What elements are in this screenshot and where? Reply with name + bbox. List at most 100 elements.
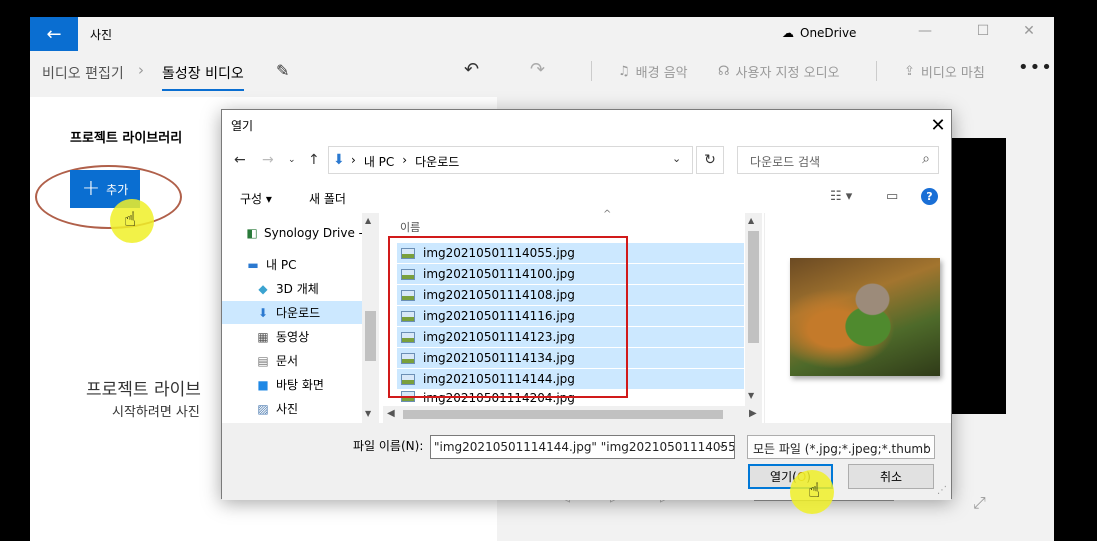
app-title: 사진 bbox=[90, 28, 113, 42]
more-options-icon[interactable]: ••• bbox=[1018, 57, 1053, 78]
library-title: 프로젝트 라이브러리 bbox=[70, 131, 183, 146]
path-segment-downloads[interactable]: 다운로드 bbox=[415, 153, 459, 170]
maximize-button[interactable]: ☐ bbox=[968, 23, 998, 39]
background-music-label: 배경 음악 bbox=[635, 66, 688, 81]
share-icon: ⇪ bbox=[904, 64, 915, 79]
library-empty-title: 프로젝트 라이브 bbox=[86, 380, 201, 400]
dialog-close-icon[interactable]: ✕ bbox=[924, 112, 952, 138]
view-options-icon[interactable]: ☷ ▾ bbox=[830, 189, 852, 204]
nav-item-documents[interactable]: ▤ 문서 bbox=[222, 349, 363, 372]
minimize-button[interactable]: — bbox=[910, 23, 940, 39]
custom-audio-button[interactable]: ☊ 사용자 지정 오디오 bbox=[718, 62, 840, 81]
file-list-scrollbar[interactable]: ▲ ▼ bbox=[745, 213, 762, 406]
up-arrow-icon[interactable]: ↑ bbox=[308, 152, 320, 168]
filename-label: 파일 이름(N): bbox=[353, 439, 424, 453]
refresh-button[interactable]: ↻ bbox=[696, 146, 724, 174]
onedrive-label: OneDrive bbox=[800, 26, 857, 40]
scroll-up-icon[interactable]: ▲ bbox=[748, 216, 754, 225]
nav-item-videos[interactable]: ▦ 동영상 bbox=[222, 325, 363, 348]
scroll-left-icon[interactable]: ◀ bbox=[387, 408, 395, 419]
nav-scrollbar[interactable]: ▲ ▼ bbox=[362, 213, 379, 423]
nav-item-label: 동영상 bbox=[276, 330, 310, 344]
back-arrow-icon: ← bbox=[46, 23, 62, 45]
background-music-button[interactable]: ♫ 배경 음악 bbox=[618, 62, 688, 81]
music-note-icon: ♫ bbox=[618, 64, 630, 79]
file-scroll-thumb[interactable] bbox=[748, 231, 759, 343]
address-dropdown-chevron-icon[interactable]: ⌄ bbox=[672, 152, 681, 165]
recent-locations-chevron-icon[interactable]: ⌄ bbox=[288, 155, 296, 165]
command-bar: 구성 ▾ 새 폴더 ☷ ▾ ▭ ? bbox=[222, 182, 951, 210]
download-folder-icon: ⬇ bbox=[333, 152, 345, 168]
onedrive-status[interactable]: ☁ OneDrive bbox=[782, 26, 856, 40]
filename-dropdown-icon[interactable]: ⌄ bbox=[718, 440, 726, 451]
filename-input[interactable]: "img20210501114144.jpg" "img202105011140… bbox=[430, 435, 735, 459]
address-bar[interactable]: ⬇ › 내 PC › 다운로드 ⌄ bbox=[328, 146, 693, 174]
finish-video-button[interactable]: ⇪ 비디오 마침 bbox=[904, 62, 985, 81]
cloud-icon: ☁ bbox=[782, 26, 794, 40]
plus-icon: + bbox=[81, 176, 101, 201]
toolbar-divider bbox=[591, 61, 592, 81]
column-header-name[interactable]: 이름 bbox=[400, 219, 420, 235]
close-window-button[interactable]: ✕ bbox=[1014, 23, 1044, 39]
library-empty-subtitle: 시작하려면 사진 bbox=[112, 405, 200, 420]
new-folder-button[interactable]: 새 폴더 bbox=[309, 190, 346, 207]
organize-button[interactable]: 구성 ▾ bbox=[240, 190, 272, 207]
scroll-right-icon[interactable]: ▶ bbox=[749, 408, 757, 419]
address-path: › 내 PC › 다운로드 bbox=[351, 153, 459, 170]
scroll-down-icon[interactable]: ▼ bbox=[748, 391, 754, 400]
nav-item-label: 3D 개체 bbox=[276, 282, 319, 296]
preview-pane-icon[interactable]: ▭ bbox=[886, 189, 898, 204]
preview-photo bbox=[790, 258, 940, 376]
picture-icon: ▨ bbox=[257, 401, 269, 416]
undo-icon[interactable]: ↶ bbox=[464, 59, 479, 80]
desktop-icon: ■ bbox=[257, 377, 269, 392]
help-icon[interactable]: ? bbox=[921, 188, 938, 205]
nav-item-label: Synology Drive - bbox=[263, 225, 363, 240]
hand-cursor-icon: ☝ bbox=[808, 478, 821, 502]
refresh-icon: ↻ bbox=[704, 152, 716, 168]
forward-arrow-icon[interactable]: → bbox=[262, 152, 274, 168]
path-separator-icon: › bbox=[351, 153, 356, 167]
finish-video-label: 비디오 마침 bbox=[920, 66, 985, 81]
breadcrumb-project-name[interactable]: 돌성장 비디오 bbox=[162, 63, 244, 91]
nav-item-this-pc[interactable]: ▬ 내 PC bbox=[222, 253, 363, 276]
filetype-select[interactable]: 모든 파일 (*.jpg;*.jpeg;*.thumb bbox=[747, 435, 935, 459]
nav-item-label: 다운로드 bbox=[276, 306, 321, 320]
custom-audio-label: 사용자 지정 오디오 bbox=[735, 66, 840, 81]
download-icon: ⬇ bbox=[257, 305, 269, 320]
fullscreen-icon[interactable]: ⤢ bbox=[973, 493, 986, 513]
nav-item-label: 내 PC bbox=[266, 258, 297, 272]
sort-ascending-icon: ^ bbox=[603, 209, 612, 220]
video-icon: ▦ bbox=[257, 329, 269, 344]
nav-item-desktop[interactable]: ■ 바탕 화면 bbox=[222, 373, 363, 396]
search-placeholder: 다운로드 검색 bbox=[750, 155, 821, 169]
rename-pencil-icon[interactable]: ✎ bbox=[276, 61, 289, 80]
toolbar-divider bbox=[876, 61, 877, 81]
back-button[interactable]: ← bbox=[30, 17, 78, 51]
nav-item-synology-drive[interactable]: ◧ Synology Drive - bbox=[222, 221, 363, 244]
redo-icon[interactable]: ↷ bbox=[530, 59, 545, 80]
nav-item-downloads[interactable]: ⬇ 다운로드 bbox=[222, 301, 363, 324]
nav-item-3d-objects[interactable]: ◆ 3D 개체 bbox=[222, 277, 363, 300]
nav-scroll-thumb[interactable] bbox=[365, 311, 376, 361]
back-arrow-icon[interactable]: ← bbox=[234, 152, 246, 168]
nav-item-pictures[interactable]: ▨ 사진 bbox=[222, 397, 363, 420]
breadcrumb-video-editor[interactable]: 비디오 편집기 bbox=[42, 63, 124, 83]
editor-toolbar: 비디오 편집기 › 돌성장 비디오 ✎ ↶ ↷ ♫ 배경 음악 ☊ 사용자 지정… bbox=[30, 51, 1054, 91]
cancel-button[interactable]: 취소 bbox=[848, 464, 934, 489]
nav-item-label: 바탕 화면 bbox=[276, 378, 324, 392]
hand-cursor-icon: ☝ bbox=[124, 207, 137, 231]
file-list-hscrollbar[interactable]: ◀ ▶ bbox=[383, 406, 762, 423]
path-separator-icon: › bbox=[402, 153, 408, 167]
path-segment-pc[interactable]: 내 PC bbox=[364, 153, 394, 170]
search-icon: ⌕ bbox=[922, 151, 930, 167]
nav-item-label: 문서 bbox=[276, 354, 299, 368]
resize-grip-icon[interactable]: ⋰ bbox=[937, 485, 947, 496]
hscroll-thumb[interactable] bbox=[403, 410, 723, 419]
search-input[interactable]: 다운로드 검색 ⌕ bbox=[737, 146, 939, 174]
filetype-dropdown-icon[interactable]: ⌄ bbox=[922, 440, 930, 451]
document-icon: ▤ bbox=[257, 353, 269, 368]
scroll-down-icon[interactable]: ▼ bbox=[365, 409, 371, 418]
scroll-up-icon[interactable]: ▲ bbox=[365, 216, 371, 225]
address-row: ← → ⌄ ↑ ⬇ › 내 PC › 다운로드 ⌄ ↻ 다운로드 검색 ⌕ bbox=[222, 144, 951, 176]
